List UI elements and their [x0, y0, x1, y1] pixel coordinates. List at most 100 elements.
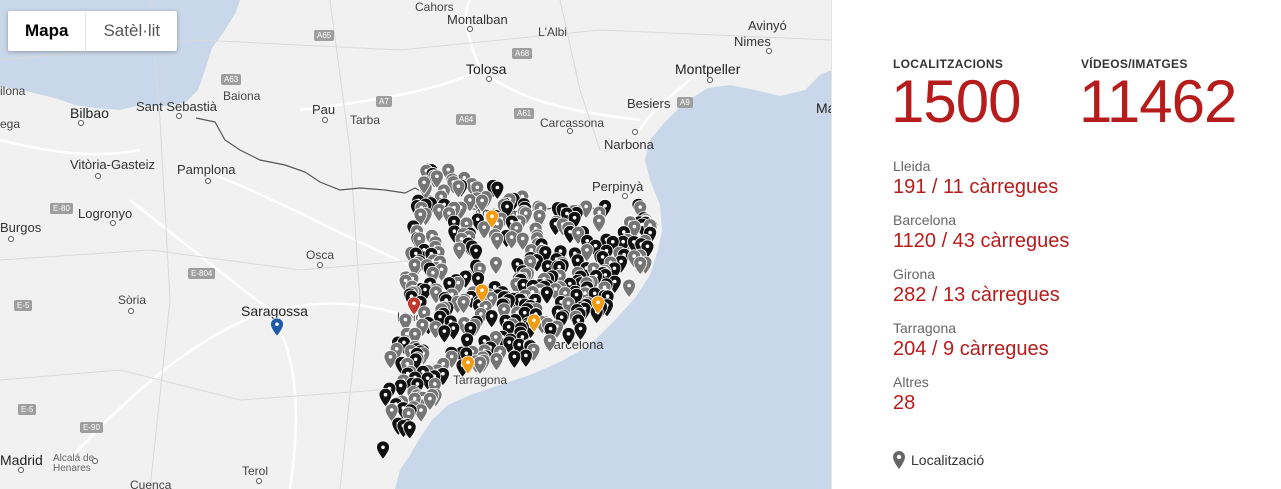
- location-marker[interactable]: [540, 285, 554, 305]
- location-marker[interactable]: [452, 241, 467, 261]
- marker-center: [441, 361, 446, 366]
- location-marker[interactable]: [592, 213, 606, 234]
- marker-center: [465, 337, 469, 341]
- marker-center: [439, 267, 444, 272]
- region-barcelona: Barcelona 1120 / 43 càrregues: [893, 212, 1069, 253]
- stats-panel: LOCALITZACIONS 1500 VÍDEOS/IMATGES 11462…: [891, 0, 1273, 489]
- marker-center: [461, 300, 466, 304]
- marker-center: [425, 376, 430, 380]
- marker-center: [490, 214, 494, 219]
- marker-center: [480, 288, 484, 293]
- marker-center: [489, 296, 493, 300]
- marker-center: [489, 314, 494, 318]
- marker-center: [517, 342, 522, 347]
- marker-center: [451, 326, 456, 330]
- marker-center: [422, 180, 426, 185]
- location-marker[interactable]: [507, 349, 522, 370]
- marker-center: [412, 262, 417, 267]
- marker-center: [478, 360, 482, 365]
- marker-center: [575, 258, 580, 262]
- map-legend: Localització: [893, 451, 984, 469]
- location-marker[interactable]: [519, 348, 533, 369]
- map-type-map-button[interactable]: Mapa: [8, 11, 87, 51]
- location-marker[interactable]: [489, 352, 504, 372]
- marker-center: [596, 300, 600, 305]
- marker-center: [502, 307, 506, 311]
- marker-center: [434, 290, 438, 294]
- location-marker[interactable]: [573, 321, 588, 342]
- marker-center: [632, 224, 637, 229]
- marker-center: [563, 291, 567, 295]
- marker-center: [464, 221, 469, 226]
- location-marker[interactable]: [622, 278, 636, 299]
- marker-center: [574, 292, 579, 297]
- marker-center: [610, 239, 615, 244]
- marker-center: [622, 230, 626, 234]
- marker-center: [522, 310, 527, 315]
- region-name: Lleida: [893, 158, 931, 174]
- marker-center: [437, 207, 441, 212]
- marker-center: [619, 259, 623, 264]
- marker-center: [603, 204, 607, 208]
- location-marker[interactable]: [489, 255, 503, 276]
- region-name: Altres: [893, 374, 929, 390]
- marker-center: [612, 279, 617, 284]
- location-pin-icon: [893, 451, 905, 469]
- location-marker[interactable]: [270, 317, 284, 337]
- marker-center: [435, 174, 439, 179]
- marker-center: [449, 354, 454, 359]
- marker-center: [578, 326, 583, 331]
- marker-center: [537, 213, 542, 218]
- map-type-satellite-button[interactable]: Satèl·lit: [86, 11, 177, 51]
- marker-center: [394, 346, 399, 351]
- map-type-control: Mapa Satèl·lit: [8, 11, 178, 51]
- marker-center: [514, 226, 519, 230]
- marker-center: [494, 260, 498, 265]
- marker-center: [406, 411, 411, 416]
- region-name: Tarragona: [893, 320, 957, 336]
- location-marker[interactable]: [490, 231, 505, 252]
- marker-center: [557, 265, 562, 269]
- marker-center: [495, 236, 499, 241]
- location-marker[interactable]: [376, 440, 390, 460]
- marker-center: [495, 185, 500, 190]
- marker-center: [621, 239, 625, 244]
- marker-center: [524, 353, 528, 358]
- marker-center: [452, 219, 456, 224]
- marker-center: [447, 281, 452, 285]
- marker-center: [412, 396, 417, 401]
- location-marker[interactable]: [383, 350, 398, 370]
- marker-center: [576, 230, 580, 235]
- marker-center: [638, 205, 643, 209]
- location-marker[interactable]: [437, 324, 452, 344]
- marker-center: [415, 382, 420, 386]
- marker-center: [381, 445, 385, 450]
- location-marker[interactable]: [484, 309, 499, 329]
- media-count: 11462: [1079, 68, 1237, 135]
- marker-center: [475, 217, 480, 222]
- map-view[interactable]: Mapa Satèl·lit Montalban Avinyó Cahors L…: [0, 0, 832, 489]
- marker-center: [632, 254, 636, 258]
- marker-center: [568, 281, 572, 286]
- marker-center: [612, 266, 617, 271]
- location-marker[interactable]: [561, 327, 576, 347]
- marker-center: [545, 290, 549, 295]
- marker-center: [494, 357, 499, 361]
- marker-center: [507, 340, 512, 344]
- region-value: 282 / 13 càrregues: [893, 284, 1060, 306]
- marker-center: [447, 211, 451, 215]
- region-value: 1120 / 43 càrregues: [893, 230, 1070, 252]
- marker-center: [478, 266, 482, 271]
- region-tarragona: Tarragona 204 / 9 càrregues: [893, 320, 1049, 361]
- marker-center: [512, 354, 517, 359]
- marker-center: [389, 408, 394, 412]
- marker-center: [592, 291, 597, 296]
- location-marker[interactable]: [542, 333, 557, 353]
- marker-center: [648, 230, 652, 235]
- marker-center: [403, 278, 408, 283]
- marker-center: [520, 236, 525, 241]
- marker-center: [645, 244, 650, 249]
- marker-center: [419, 408, 423, 412]
- marker-center: [565, 211, 569, 216]
- marker-center: [388, 355, 393, 359]
